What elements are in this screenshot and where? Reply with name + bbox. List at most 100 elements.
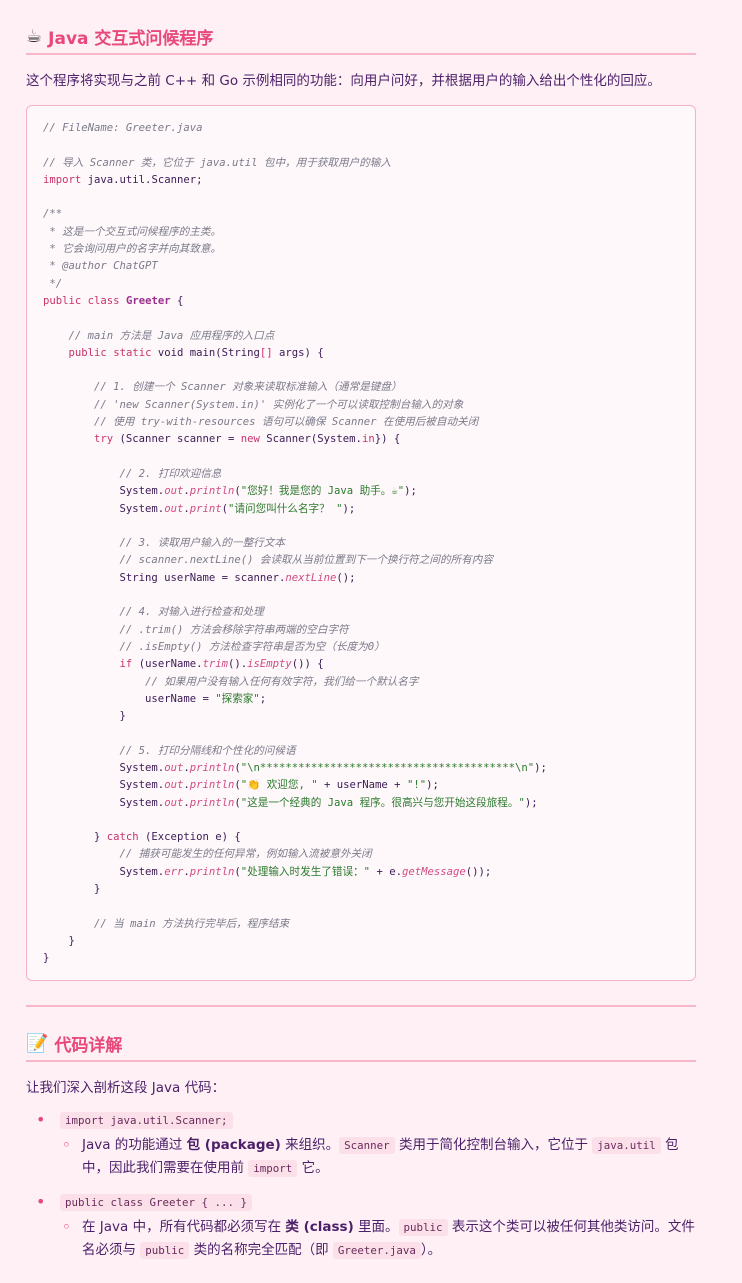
code-token: "探索家" — [215, 692, 260, 705]
code-line: System.out.println("您好！我是您的 Java 助手。☕"); — [43, 483, 679, 500]
code-token: err — [164, 865, 184, 878]
code-token: System. — [43, 761, 165, 774]
code-token: ); — [524, 796, 538, 809]
code-token: trim — [202, 658, 228, 671]
code-token: System. — [43, 502, 165, 515]
code-token: // .trim() 方法会移除字符串两端的空白字符 — [119, 623, 349, 636]
code-token: "👏 欢迎您, " — [240, 779, 318, 792]
code-token: // 当 main 方法执行完毕后，程序结束 — [94, 917, 290, 930]
code-line: // .trim() 方法会移除字符串两端的空白字符 — [43, 622, 679, 639]
code-token: } — [43, 934, 75, 947]
code-token: // 1. 创建一个 Scanner 对象来读取标准输入（通常是键盘） — [94, 381, 402, 394]
code-line: * @author ChatGPT — [43, 258, 679, 275]
code-line: } — [43, 708, 679, 725]
code-token: Greeter — [125, 294, 171, 307]
code-token: // FileName: Greeter.java — [43, 122, 203, 134]
sub-list-item: Java 的功能通过 包 (package) 来组织。Scanner 类用于简化… — [60, 1134, 696, 1180]
memo-icon: 📝 — [26, 1032, 49, 1054]
code-block: // FileName: Greeter.java // 导入 Scanner 类… — [26, 105, 696, 981]
page: ☕ Java 交互式问候程序 这个程序将实现与之前 C++ 和 Go 示例相同的… — [0, 0, 742, 1262]
code-line: } — [43, 933, 679, 950]
code-line: System.out.println("\n******************… — [43, 760, 679, 777]
code-token: System. — [43, 796, 165, 809]
bold-term: 类 (class) — [285, 1218, 354, 1235]
code-line: // FileName: Greeter.java — [43, 120, 679, 137]
code-token: isEmpty — [247, 658, 292, 671]
section-heading-code-explanation: 📝 代码详解 — [26, 1007, 696, 1062]
code-line: // 4. 对输入进行检查和处理 — [43, 604, 679, 621]
code-line: public class Greeter { — [43, 293, 679, 310]
code-token: // 如果用户没有输入任何有效字符，我们给一个默认名字 — [145, 675, 419, 688]
code-token: * 这是一个交互式问候程序的主类。 — [43, 225, 222, 238]
sub-list: 在 Java 中，所有代码都必须写在 类 (class) 里面。public 表… — [60, 1216, 696, 1262]
code-line: try (Scanner scanner = new Scanner(Syste… — [43, 431, 679, 448]
code-token: println — [189, 865, 235, 878]
code-token: try — [94, 433, 114, 446]
code-token: userName = — [43, 692, 216, 705]
code-token: ()) { — [291, 658, 324, 671]
text-segment: 来组织。 — [280, 1136, 340, 1153]
explanation-list: import java.util.Scanner; Java 的功能通过 包 (p… — [26, 1110, 696, 1262]
code-token: "这是一个经典的 Java 程序。很高兴与您开始这段旅程。" — [240, 796, 525, 809]
code-token: import — [43, 173, 82, 186]
code-token: */ — [43, 277, 63, 290]
code-token: public — [43, 294, 82, 307]
code-token: (Scanner scanner = — [113, 433, 241, 446]
code-token: out — [164, 779, 184, 792]
code-token: println — [189, 485, 235, 498]
list-item: public class Greeter { ... } 在 Java 中，所有代… — [26, 1192, 696, 1262]
code-line: } — [43, 881, 679, 898]
code-line: // main 方法是 Java 应用程序的入口点 — [43, 328, 679, 345]
code-token: // 4. 对输入进行检查和处理 — [119, 606, 264, 619]
code-line: userName = "探索家"; — [43, 691, 679, 708]
code-token: } — [43, 952, 50, 965]
code-token: // 导入 Scanner 类，它位于 java.util 包中，用于获取用户的… — [43, 156, 391, 169]
code-token: ); — [426, 779, 439, 792]
code-token: // 使用 try-with-resources 语句可以确保 Scanner … — [94, 416, 479, 429]
code-token: "处理输入时发生了错误：" — [240, 865, 371, 878]
inline-code: Scanner — [339, 1136, 395, 1154]
code-token: ; — [259, 692, 267, 705]
code-line: */ — [43, 276, 679, 293]
code-token: println — [189, 796, 235, 809]
code-token: // 3. 读取用户输入的一整行文本 — [119, 537, 285, 550]
inline-code: java.util — [592, 1136, 661, 1154]
coffee-icon: ☕ — [26, 26, 43, 47]
code-token: * 它会询问用户的名字并向其致意。 — [43, 243, 222, 256]
code-token: // 2. 打印欢迎信息 — [119, 467, 222, 480]
inline-code: public class Greeter { ... } — [60, 1193, 253, 1211]
code-token: static — [113, 346, 152, 359]
code-line: // 2. 打印欢迎信息 — [43, 466, 679, 483]
code-token: println — [189, 761, 235, 774]
code-token: (). — [228, 658, 248, 671]
code-token: // scanner.nextLine() 会读取从当前位置到下一个换行符之间的… — [119, 554, 493, 567]
code-token: Scanner(System. — [259, 433, 362, 446]
code-line: import java.util.Scanner; — [43, 172, 679, 189]
bold-term: 包 (package) — [186, 1136, 281, 1153]
code-token: println — [189, 779, 235, 792]
list-item: import java.util.Scanner; Java 的功能通过 包 (p… — [26, 1110, 696, 1180]
inline-code: import — [248, 1159, 298, 1177]
code-line: // 捕获可能发生的任何异常，例如输入流被意外关闭 — [43, 846, 679, 863]
code-token: System. — [43, 779, 165, 792]
section-title: Java 交互式问候程序 — [48, 29, 214, 49]
code-token: { — [170, 294, 184, 307]
code-token: ); — [404, 485, 417, 498]
code-line: // 如果用户没有输入任何有效字符，我们给一个默认名字 — [43, 674, 679, 691]
code-token: // 5. 打印分隔线和个性化的问候语 — [119, 744, 296, 757]
code-line: } catch (Exception e) { — [43, 829, 679, 846]
